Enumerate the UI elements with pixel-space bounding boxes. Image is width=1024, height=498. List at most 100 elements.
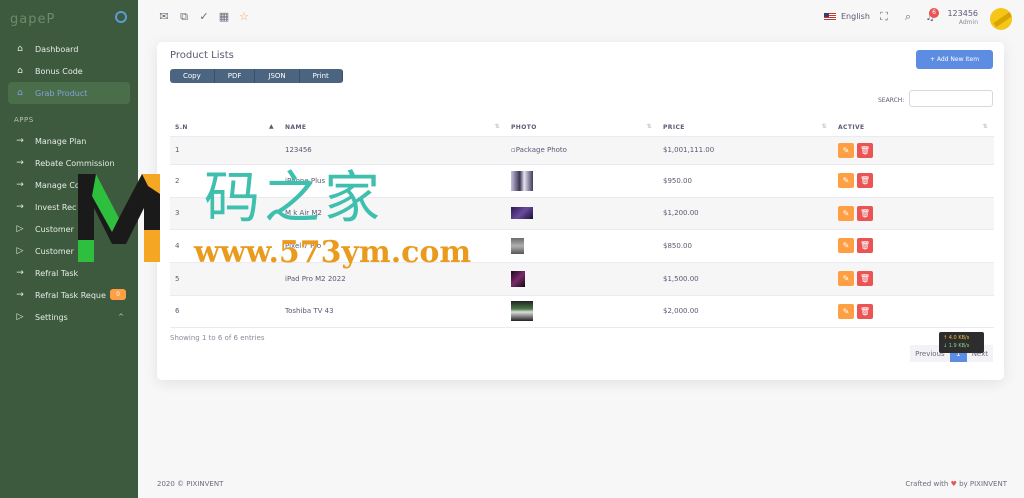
user-role: Admin (958, 19, 978, 26)
sort-icon: ⇅ (982, 123, 988, 130)
photo-alt-text: Package Photo (515, 146, 567, 154)
star-icon[interactable]: ☆ (238, 11, 250, 23)
play-icon: ▷ (16, 224, 24, 234)
sidebar-item-label: Dashboard (35, 44, 79, 54)
avatar[interactable] (990, 8, 1012, 30)
sidebar-item-label: Grab Product (35, 88, 88, 98)
sort-icon: ⇅ (821, 123, 827, 130)
sidebar-item-refral-task-request[interactable]: → Refral Task Reque 0 (0, 284, 138, 306)
edit-icon[interactable]: ✎ (838, 238, 854, 253)
column-label: S.N (175, 123, 188, 131)
notification-badge: 6 (929, 8, 939, 18)
calendar-icon[interactable]: ▦ (218, 11, 230, 23)
network-speed-overlay: ↑ 4.0 KB/s ↓ 1.9 KB/s (939, 332, 984, 353)
cell-photo (506, 229, 658, 263)
add-new-item-button[interactable]: + Add New Item (916, 50, 993, 69)
home-icon: ⌂ (17, 44, 23, 54)
search-input[interactable] (909, 90, 993, 107)
watermark-url: www.573ym.com (194, 235, 472, 270)
home-icon: ⌂ (17, 66, 23, 76)
footer-credit-prefix: Crafted with (905, 480, 949, 488)
brand-logo[interactable]: gapeP (10, 12, 55, 27)
chevron-up-icon: ^ (118, 313, 124, 321)
heart-icon: ♥ (950, 480, 957, 488)
sidebar-item-label: Manage Plan (35, 136, 87, 146)
json-button[interactable]: JSON (255, 69, 300, 83)
cell-price: $2,000.00 (658, 295, 833, 328)
cell-actions: ✎ 🗑 (833, 164, 994, 198)
cell-name: Toshiba TV 43 (280, 295, 506, 328)
sidebar-item-label: Customer (35, 246, 74, 256)
column-label: PHOTO (511, 123, 537, 131)
top-navbar: ✉ ⧉ ✓ ▦ ☆ English ⛶ ⌕ ♫ 6 123456 Admin (138, 0, 1024, 36)
edit-icon[interactable]: ✎ (838, 303, 854, 319)
cell-price: $1,500.00 (658, 262, 833, 296)
pdf-button[interactable]: PDF (214, 69, 256, 83)
cell-sn: 6 (170, 295, 280, 328)
download-speed: ↓ 1.9 KB/s (943, 343, 970, 349)
cell-photo: ▫Package Photo (506, 136, 658, 165)
arrow-right-icon: → (16, 158, 24, 168)
cell-photo (506, 164, 658, 198)
edit-icon[interactable]: ✎ (838, 205, 854, 221)
sidebar-toggle-icon[interactable] (115, 11, 127, 23)
trash-icon[interactable]: 🗑 (857, 271, 873, 286)
mail-icon[interactable]: ✉ (158, 11, 170, 23)
sidebar-item-grab-product[interactable]: ⌂ Grab Product (8, 82, 130, 104)
sidebar-item-settings[interactable]: ▷ Settings ^ (0, 306, 138, 328)
trash-icon[interactable]: 🗑 (857, 142, 873, 158)
arrow-right-icon: → (16, 268, 24, 278)
column-label: ACTIVE (838, 123, 865, 131)
cell-price: $950.00 (658, 164, 833, 198)
fullscreen-icon[interactable]: ⛶ (878, 11, 890, 23)
count-badge: 0 (110, 289, 126, 300)
product-thumbnail (511, 170, 533, 191)
sidebar-item-label: Refral Task Reque (35, 290, 106, 300)
sort-icon: ⇅ (646, 123, 652, 130)
chat-icon[interactable]: ⧉ (178, 11, 190, 23)
sort-icon: ▲ (268, 123, 274, 130)
copy-button[interactable]: Copy (170, 69, 215, 83)
edit-icon[interactable]: ✎ (838, 173, 854, 188)
cell-photo (506, 262, 658, 296)
trash-icon[interactable]: 🗑 (857, 238, 873, 253)
print-button[interactable]: Print (299, 69, 343, 83)
export-button-group: Copy PDF JSON Print (170, 69, 343, 83)
check-circle-icon[interactable]: ✓ (198, 11, 210, 23)
column-header-active[interactable]: ACTIVE ⇅ (833, 119, 994, 137)
sidebar-item-label: Manage Co (35, 180, 80, 190)
home-icon: ⌂ (17, 88, 23, 98)
table-row: 6 Toshiba TV 43 $2,000.00 ✎ 🗑 (170, 295, 994, 328)
sidebar-item-bonus-code[interactable]: ⌂ Bonus Code (0, 60, 138, 82)
product-thumbnail (511, 301, 533, 321)
table-info: Showing 1 to 6 of 6 entries (170, 334, 265, 342)
arrow-right-icon: → (16, 136, 24, 146)
column-header-sn[interactable]: S.N ▲ (170, 119, 280, 137)
column-header-price[interactable]: PRICE ⇅ (658, 119, 833, 137)
user-name[interactable]: 123456 (947, 9, 978, 18)
edit-icon[interactable]: ✎ (838, 271, 854, 286)
sidebar-item-dashboard[interactable]: ⌂ Dashboard (0, 38, 138, 60)
sidebar-item-label: Refral Task (35, 268, 79, 278)
trash-icon[interactable]: 🗑 (857, 205, 873, 221)
column-label: PRICE (663, 123, 685, 131)
sidebar-item-label: Invest Rec (35, 202, 77, 212)
sidebar-item-label: Customer (35, 224, 74, 234)
arrow-right-icon: → (16, 202, 24, 212)
upload-speed: ↑ 4.0 KB/s (943, 335, 970, 341)
sidebar-item-label: Rebate Commission (35, 158, 115, 168)
trash-icon[interactable]: 🗑 (857, 303, 873, 319)
product-thumbnail (511, 207, 533, 219)
sidebar-item-manage-plan[interactable]: → Manage Plan (0, 130, 138, 152)
cell-name: 123456 (280, 136, 506, 165)
column-header-name[interactable]: NAME ⇅ (280, 119, 506, 137)
cell-photo (506, 197, 658, 230)
trash-icon[interactable]: 🗑 (857, 173, 873, 188)
search-icon[interactable]: ⌕ (902, 11, 914, 23)
footer-credit: Crafted with ♥ by PIXINVENT (905, 480, 1007, 488)
column-header-photo[interactable]: PHOTO ⇅ (506, 119, 658, 137)
cell-sn: 1 (170, 136, 280, 165)
language-dropdown[interactable]: English (824, 12, 870, 21)
edit-icon[interactable]: ✎ (838, 142, 854, 158)
search-label: SEARCH: (878, 97, 905, 104)
